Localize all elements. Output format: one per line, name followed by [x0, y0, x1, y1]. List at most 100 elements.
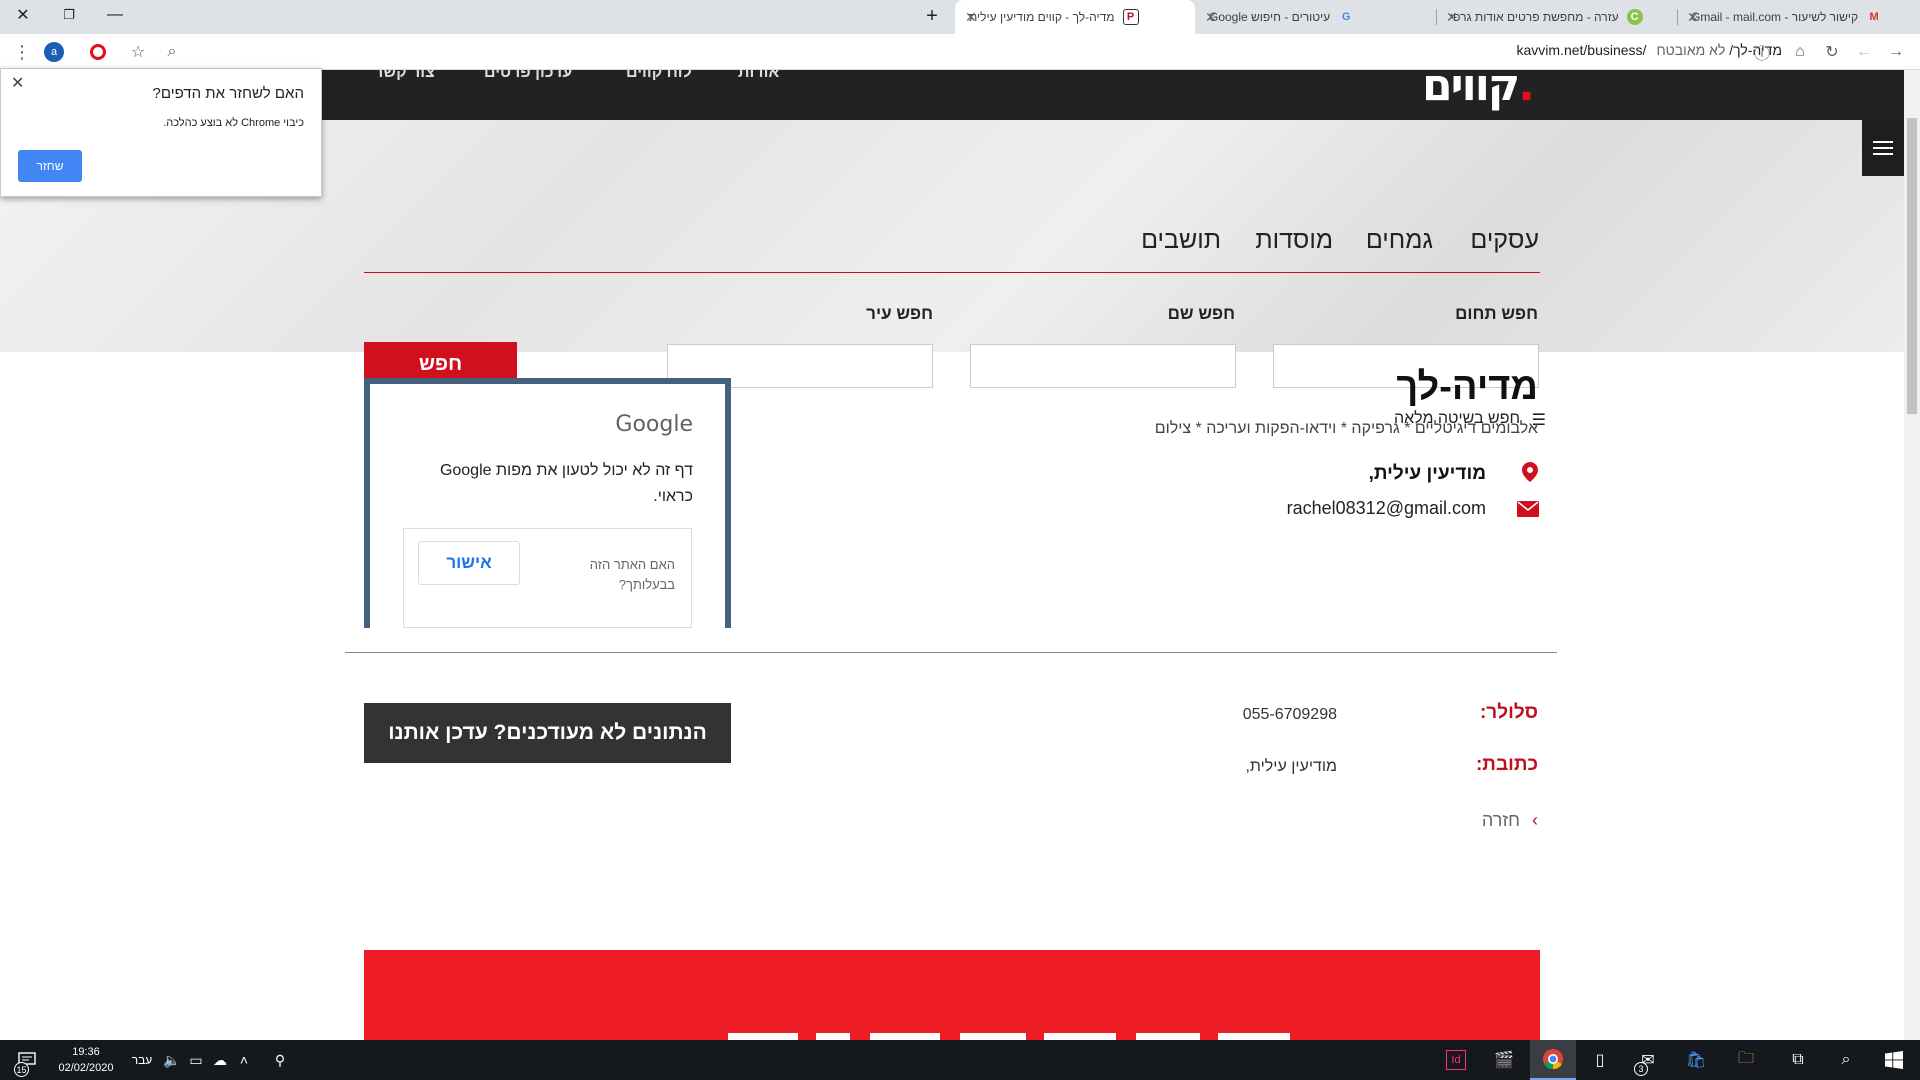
opera-extension-icon[interactable] [86, 40, 110, 64]
address-label: כתובת: [1475, 754, 1538, 775]
google-favicon-icon: G [1341, 11, 1351, 23]
address-value: מודיעין עילית, [1245, 758, 1337, 775]
banner-shape [1218, 1033, 1290, 1040]
reload-icon[interactable]: ↻ [1820, 40, 1844, 64]
tab-gmail[interactable]: M קישור לשיעור - Gmail - mail.com ✕ [1677, 0, 1920, 34]
ownership-box: האם האתר הזה בבעלותך? אישור [403, 528, 692, 628]
phone-value: 055-6709298 [1242, 706, 1337, 723]
address-bar[interactable]: kavvim.net/business/מדיה-לך/ לא מאובטח [1517, 42, 1783, 58]
ok-button[interactable]: אישור [418, 541, 520, 585]
search-icon[interactable]: ⌕ [1826, 1040, 1866, 1080]
new-tab-button[interactable]: + [920, 4, 944, 28]
people-icon[interactable]: ⚲ [268, 1040, 292, 1080]
network-icon[interactable]: ▭ [184, 1040, 208, 1080]
home-icon[interactable]: ⌂ [1788, 40, 1812, 64]
nav-about[interactable]: אודות [738, 70, 779, 82]
file-explorer-icon[interactable]: 🗀 [1726, 1040, 1766, 1080]
category-residents[interactable]: תושבים [1141, 226, 1221, 255]
tab-title: עיטורים - חיפוש Google [1209, 10, 1331, 24]
ownership-question: האם האתר הזה בבעלותך? [589, 557, 675, 592]
back-icon[interactable]: → [1884, 40, 1908, 64]
url-text: kavvim.net/business/מדיה-לך/ [1516, 42, 1783, 58]
banner-shape [1136, 1033, 1200, 1040]
hamburger-menu-icon[interactable] [1862, 120, 1904, 176]
chevron-up-icon[interactable]: ˄ [232, 1040, 256, 1080]
language-indicator[interactable]: עבר [128, 1040, 156, 1080]
google-logo: Google [615, 412, 693, 437]
not-secure-label: לא מאובטח [1656, 42, 1726, 58]
restore-window-icon[interactable]: ❐ [46, 0, 92, 30]
video-editor-icon[interactable]: 🎬 [1484, 1040, 1524, 1080]
web-page: אודות לוח קווים עדכון פרטים צור קשר קווי… [0, 70, 1904, 1040]
task-view-icon[interactable]: ⧉ [1778, 1040, 1818, 1080]
windows-taskbar: 15 19:36 02/02/2020 עבר 🔈 ▭ ☁ ˄ ⚲ Id 🎬 ▯… [0, 1040, 1920, 1080]
tab-kavvim[interactable]: P מדיה-לך - קווים מודיעין עילית ✕ [955, 0, 1195, 34]
restore-pages-popup: ✕ האם לשחזר את הדפים? כיבוי Chrome לא בו… [0, 68, 322, 197]
banner-shape [960, 1033, 1026, 1040]
popup-title: האם לשחזר את הדפים? [152, 85, 304, 102]
google-map-frame: Google דף זה לא יכול לטעון את מפות Googl… [364, 378, 731, 628]
update-details-button[interactable]: הנתונים לא מעודכנים? עדכן אותנו [364, 703, 731, 763]
business-categories: אלבומים דיגיטליים * גרפיקה * וידאו-הפקות… [1154, 420, 1538, 437]
mail-icon[interactable]: ✉ 3 [1628, 1040, 1668, 1080]
close-tab-icon[interactable]: ✕ [1446, 9, 1458, 26]
forward-icon: ← [1856, 43, 1872, 60]
clock[interactable]: 19:36 02/02/2020 [56, 1044, 116, 1076]
tab-title: קישור לשיעור - Gmail - mail.com [1691, 10, 1859, 24]
business-name: מדיה-לך [1396, 366, 1538, 408]
notepad-icon[interactable]: ▯ [1580, 1040, 1620, 1080]
restore-button[interactable]: שחזר [18, 150, 82, 182]
windows-start-icon[interactable] [1874, 1040, 1914, 1080]
popup-subtitle: כיבוי Chrome לא בוצע כהלכה. [163, 117, 304, 129]
location-pin-icon [1522, 462, 1538, 488]
category-businesses[interactable]: עסקים [1470, 226, 1539, 255]
scrollbar-thumb[interactable] [1907, 118, 1917, 414]
notification-count: 15 [14, 1062, 29, 1077]
info-icon[interactable]: ⓘ [1750, 40, 1774, 64]
footer-banner [364, 950, 1540, 1040]
gmail-favicon-icon: M [1869, 11, 1879, 23]
browser-toolbar: ⋮ a ☆ ⌕ kavvim.net/business/מדיה-לך/ לא … [0, 34, 1920, 70]
close-tab-icon[interactable]: ✕ [965, 9, 977, 26]
nav-update[interactable]: עדכון פרטים [484, 70, 572, 82]
tab-strip: ✕ ❐ — + P מדיה-לך - קווים מודיעין עילית … [0, 0, 1920, 34]
banner-shape [870, 1033, 940, 1040]
close-popup-icon[interactable]: ✕ [11, 73, 24, 93]
search-name-input[interactable] [970, 344, 1236, 388]
minimize-window-icon[interactable]: — [92, 0, 138, 30]
banner-shape [728, 1033, 798, 1040]
business-location: מודיעין עילית, [1368, 463, 1486, 484]
volume-icon[interactable]: 🔈 [160, 1040, 184, 1080]
field-label-domain: חפש תחום [1455, 304, 1538, 323]
tab-title: מדיה-לך - קווים מודיעין עילית [969, 10, 1115, 24]
tab-help[interactable]: C עזרה - מחפשת פרטים אודות גרפי ✕ [1436, 0, 1676, 34]
bookmark-star-icon[interactable]: ☆ [126, 40, 150, 64]
chevron-left-icon: ‹ [1532, 810, 1538, 830]
tab-google-search[interactable]: G עיטורים - חיפוש Google ✕ [1195, 0, 1435, 34]
close-window-icon[interactable]: ✕ [0, 0, 46, 30]
nav-board[interactable]: לוח קווים [626, 70, 692, 82]
category-gemachs[interactable]: גמחים [1366, 226, 1433, 255]
map-error-message: דף זה לא יכול לטעון את מפות Google כראוי… [439, 462, 693, 505]
profile-avatar[interactable]: a [42, 40, 66, 64]
business-email[interactable]: rachel08312@gmail.com [1287, 498, 1486, 519]
action-center-icon[interactable]: 15 [8, 1040, 46, 1080]
tab-title: עזרה - מחפשת פרטים אודות גרפי [1450, 10, 1619, 24]
help-favicon-icon: C [1626, 9, 1643, 25]
field-label-name: חפש שם [1167, 304, 1235, 323]
category-institutions[interactable]: מוסדות [1255, 226, 1333, 255]
mail-badge: 3 [1634, 1062, 1648, 1076]
zoom-icon[interactable]: ⌕ [160, 40, 184, 64]
back-link[interactable]: חזרה [1482, 810, 1520, 831]
indesign-icon[interactable]: Id [1436, 1040, 1476, 1080]
nav-contact[interactable]: צור קשר [374, 70, 435, 82]
menu-dots-icon[interactable]: ⋮ [10, 40, 34, 64]
divider [345, 652, 1557, 653]
close-tab-icon[interactable]: ✕ [1687, 9, 1699, 26]
site-logo[interactable]: קווים. [1422, 70, 1535, 111]
close-tab-icon[interactable]: ✕ [1205, 9, 1217, 26]
chrome-icon[interactable] [1530, 1040, 1576, 1080]
store-icon[interactable]: 🛍 [1676, 1040, 1716, 1080]
onedrive-icon[interactable]: ☁ [208, 1040, 232, 1080]
kavvim-favicon-icon: P [1122, 9, 1139, 25]
